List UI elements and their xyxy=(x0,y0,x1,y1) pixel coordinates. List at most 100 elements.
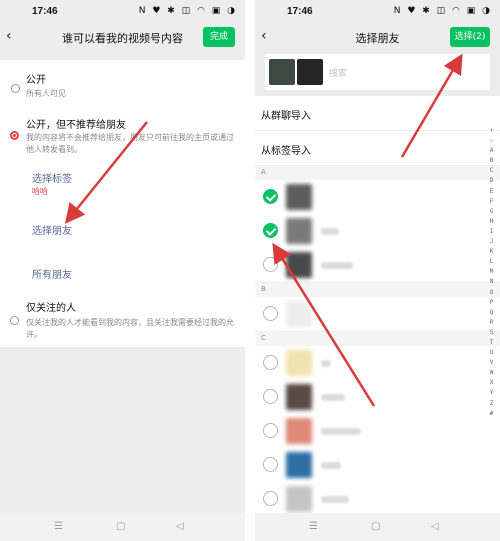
section-letter: A xyxy=(261,168,266,176)
alphabet-index-letter[interactable]: ↑ xyxy=(490,126,494,136)
done-button[interactable]: 完成 xyxy=(203,27,235,47)
friend-avatar xyxy=(286,384,312,410)
friend-name-blurred xyxy=(321,496,349,503)
alphabet-index-letter[interactable]: L xyxy=(490,257,494,267)
search-input[interactable]: 搜索 xyxy=(329,66,347,79)
friend-name-blurred xyxy=(321,228,339,235)
friend-avatar xyxy=(286,252,312,278)
friend-row[interactable] xyxy=(255,248,500,282)
alphabet-index[interactable]: ↑ ☆ A B C D E F G H I J K L M N O P Q R S T U V W X Y Z # xyxy=(487,126,496,419)
alphabet-index-letter[interactable]: U xyxy=(490,348,494,358)
alphabet-index-letter[interactable]: A xyxy=(490,146,494,156)
selected-avatar[interactable] xyxy=(297,59,323,85)
alphabet-index-letter[interactable]: H xyxy=(490,217,494,227)
section-letter: B xyxy=(261,285,266,293)
friend-name-blurred xyxy=(321,262,353,269)
friend-avatar xyxy=(286,418,312,444)
alphabet-index-letter[interactable]: Q xyxy=(490,308,494,318)
alphabet-index-letter[interactable]: # xyxy=(490,409,494,419)
friend-row[interactable] xyxy=(255,482,500,516)
alphabet-index-letter[interactable]: V xyxy=(490,358,494,368)
friend-name-blurred xyxy=(321,462,341,469)
alphabet-index-letter[interactable]: D xyxy=(490,176,494,186)
import-from-group-row[interactable]: 从群聊导入 xyxy=(255,96,500,130)
alphabet-index-letter[interactable]: T xyxy=(490,338,494,348)
alphabet-index-letter[interactable]: K xyxy=(490,247,494,257)
friend-row[interactable] xyxy=(255,448,500,482)
option-no-recommend-desc: 我的内容将不会推荐给朋友，朋友只可前往我的主页或通过他人转发看到。 xyxy=(26,133,234,154)
unchecked-checkbox-icon[interactable] xyxy=(263,355,278,370)
friend-name-blurred xyxy=(321,428,361,435)
option-public-title[interactable]: 公开 xyxy=(26,71,46,86)
section-header: B xyxy=(255,283,500,297)
home-icon[interactable]: ▢ xyxy=(371,521,380,532)
friend-row[interactable] xyxy=(255,214,500,248)
checked-checkbox-icon[interactable] xyxy=(263,189,278,204)
alphabet-index-letter[interactable]: N xyxy=(490,277,494,287)
radio-public-no-recommend[interactable] xyxy=(10,131,19,140)
status-icons: N ♥ ✱ ◫ ◠ ▣ ◑ xyxy=(138,6,237,16)
friend-avatar xyxy=(286,350,312,376)
friend-row[interactable] xyxy=(255,297,500,331)
selected-avatar[interactable] xyxy=(269,59,295,85)
unchecked-checkbox-icon[interactable] xyxy=(263,423,278,438)
selected-tag-name: 哈哈 xyxy=(32,187,48,196)
friend-row[interactable] xyxy=(255,414,500,448)
nav-bar: ‹ 选择朋友 选择(2) xyxy=(255,22,500,52)
option-no-recommend-title[interactable]: 公开，但不推荐给朋友 xyxy=(26,116,126,131)
alphabet-index-letter[interactable]: B xyxy=(490,156,494,166)
home-icon[interactable]: ▢ xyxy=(116,521,125,532)
friend-row[interactable] xyxy=(255,180,500,214)
system-nav-bar: ☰ ▢ ◁ xyxy=(255,513,500,541)
alphabet-index-letter[interactable]: E xyxy=(490,187,494,197)
options-list: 公开 所有人可见 公开，但不推荐给朋友 我的内容将不会推荐给朋友，朋友只可前往我… xyxy=(0,60,245,347)
radio-public[interactable] xyxy=(11,84,20,93)
alphabet-index-letter[interactable]: G xyxy=(490,207,494,217)
import-from-tag-row[interactable]: 从标签导入 xyxy=(255,131,500,165)
alphabet-index-letter[interactable]: X xyxy=(490,378,494,388)
status-icons: N ♥ ✱ ◫ ◠ ▣ ◑ xyxy=(393,6,492,16)
unchecked-checkbox-icon[interactable] xyxy=(263,389,278,404)
select-tag-link[interactable]: 选择标签 xyxy=(32,170,72,185)
checked-checkbox-icon[interactable] xyxy=(263,223,278,238)
section-header: C xyxy=(255,332,500,346)
all-friends-link[interactable]: 所有朋友 xyxy=(32,266,72,281)
alphabet-index-letter[interactable]: O xyxy=(490,288,494,298)
back-icon[interactable]: ◁ xyxy=(176,521,184,532)
friend-avatar xyxy=(286,452,312,478)
friend-row[interactable] xyxy=(255,380,500,414)
select-friends-link[interactable]: 选择朋友 xyxy=(32,222,72,237)
back-icon[interactable]: ◁ xyxy=(431,521,439,532)
friend-row[interactable] xyxy=(255,346,500,380)
alphabet-index-letter[interactable]: R xyxy=(490,318,494,328)
alphabet-index-letter[interactable]: C xyxy=(490,166,494,176)
section-header: A xyxy=(255,166,500,180)
alphabet-index-letter[interactable]: F xyxy=(490,197,494,207)
alphabet-index-letter[interactable]: J xyxy=(490,237,494,247)
unchecked-checkbox-icon[interactable] xyxy=(263,306,278,321)
status-time: 17:46 xyxy=(287,6,313,17)
alphabet-index-letter[interactable]: W xyxy=(490,368,494,378)
alphabet-index-letter[interactable]: P xyxy=(490,298,494,308)
alphabet-index-letter[interactable]: ☆ xyxy=(490,136,494,146)
alphabet-index-letter[interactable]: Y xyxy=(490,388,494,398)
select-confirm-button[interactable]: 选择(2) xyxy=(450,27,490,47)
friend-avatar xyxy=(286,218,312,244)
unchecked-checkbox-icon[interactable] xyxy=(263,257,278,272)
alphabet-index-letter[interactable]: Z xyxy=(490,399,494,409)
menu-icon[interactable]: ☰ xyxy=(309,521,318,532)
option-followers-title[interactable]: 仅关注的人 xyxy=(26,299,76,314)
friend-name-blurred xyxy=(321,360,331,367)
unchecked-checkbox-icon[interactable] xyxy=(263,491,278,506)
search-bar[interactable]: 搜索 xyxy=(265,54,490,90)
friend-avatar xyxy=(286,486,312,512)
screenshot-root: 17:46 N ♥ ✱ ◫ ◠ ▣ ◑ ‹ 谁可以看我的视频号内容 完成 公开 … xyxy=(0,0,500,541)
radio-followers-only[interactable] xyxy=(10,316,19,325)
status-bar: 17:46 N ♥ ✱ ◫ ◠ ▣ ◑ xyxy=(0,0,245,22)
alphabet-index-letter[interactable]: S xyxy=(490,328,494,338)
alphabet-index-letter[interactable]: I xyxy=(490,227,494,237)
option-public-desc: 所有人可见 xyxy=(26,89,66,98)
unchecked-checkbox-icon[interactable] xyxy=(263,457,278,472)
alphabet-index-letter[interactable]: M xyxy=(490,267,494,277)
menu-icon[interactable]: ☰ xyxy=(54,521,63,532)
